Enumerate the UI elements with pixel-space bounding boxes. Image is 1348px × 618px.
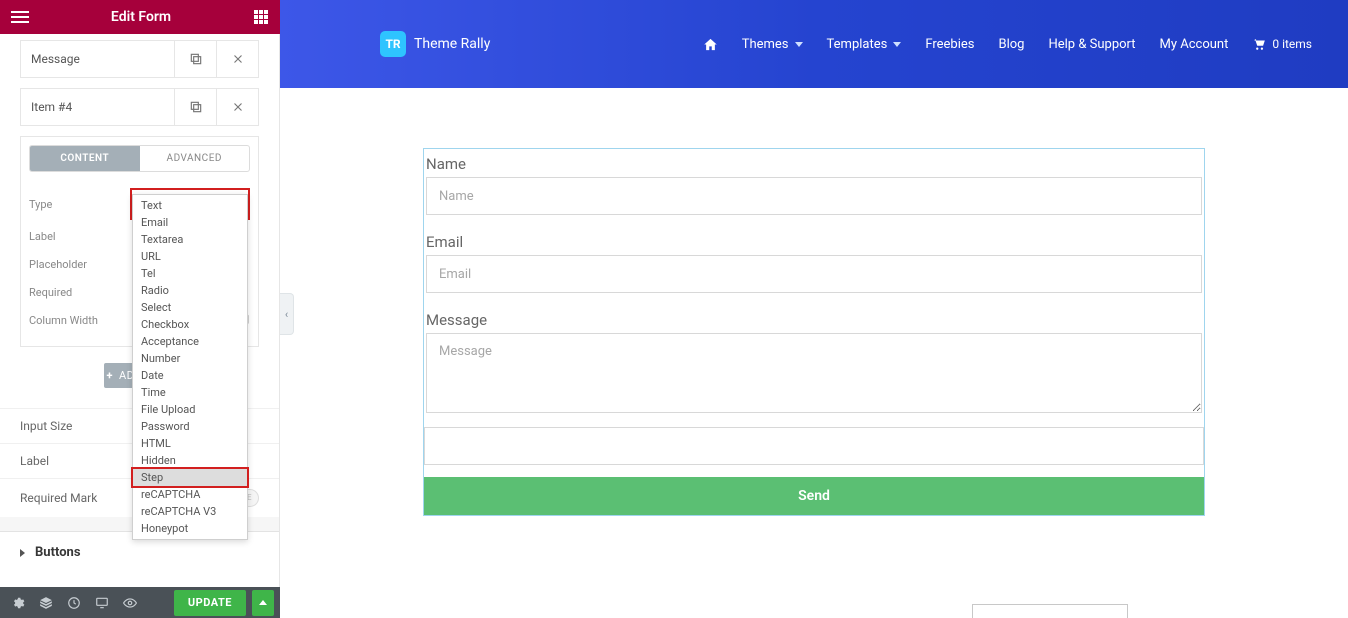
apps-grid-icon[interactable]	[242, 0, 280, 34]
brand[interactable]: TR Theme Rally	[380, 31, 490, 57]
desktop-icon[interactable]	[90, 591, 114, 615]
close-icon[interactable]	[216, 89, 258, 125]
form-email-label: Email	[424, 227, 1204, 255]
duplicate-icon[interactable]	[174, 41, 216, 77]
input-size-label: Input Size	[20, 419, 72, 433]
caret-right-icon	[20, 549, 25, 557]
preview-pane: TR Theme Rally Themes Templates Freebies…	[280, 0, 1348, 618]
editor-header: Edit Form	[0, 0, 280, 34]
update-more-button[interactable]	[252, 590, 274, 616]
type-option-honeypot[interactable]: Honeypot	[133, 520, 247, 537]
gear-icon[interactable]	[6, 591, 30, 615]
tab-content[interactable]: CONTENT	[30, 146, 140, 171]
caret-down-icon	[795, 42, 803, 47]
type-dropdown[interactable]: TextEmailTextareaURLTelRadioSelectCheckb…	[132, 194, 248, 540]
field-item-label: Item #4	[21, 100, 174, 114]
type-option-hidden[interactable]: Hidden	[133, 452, 247, 469]
hamburger-menu-icon[interactable]	[0, 0, 40, 34]
field-item-label: Message	[21, 52, 174, 66]
nav-templates[interactable]: Templates	[827, 37, 902, 52]
type-option-url[interactable]: URL	[133, 248, 247, 265]
history-icon[interactable]	[62, 591, 86, 615]
required-mark-label: Required Mark	[20, 491, 97, 505]
control-type-label: Type	[29, 198, 130, 211]
close-icon[interactable]	[216, 41, 258, 77]
duplicate-icon[interactable]	[174, 89, 216, 125]
caret-down-icon	[893, 42, 901, 47]
update-button[interactable]: UPDATE	[174, 590, 246, 616]
type-option-tel[interactable]: Tel	[133, 265, 247, 282]
nav-freebies[interactable]: Freebies	[925, 37, 974, 52]
type-option-textarea[interactable]: Textarea	[133, 231, 247, 248]
footer-box	[972, 604, 1128, 618]
nav-themes[interactable]: Themes	[742, 37, 803, 52]
type-option-select[interactable]: Select	[133, 299, 247, 316]
site-header: TR Theme Rally Themes Templates Freebies…	[280, 0, 1348, 88]
brand-logo-icon: TR	[380, 31, 406, 57]
label-row-label: Label	[20, 454, 49, 468]
plus-icon: +	[106, 369, 113, 382]
nav-account[interactable]: My Account	[1160, 37, 1229, 52]
accordion-label: Buttons	[35, 545, 81, 560]
type-option-date[interactable]: Date	[133, 367, 247, 384]
form-extra-field[interactable]	[424, 427, 1204, 465]
type-option-file-upload[interactable]: File Upload	[133, 401, 247, 418]
settings-tabs: CONTENT ADVANCED	[29, 145, 250, 172]
field-item-4[interactable]: Item #4	[20, 88, 259, 126]
editor-side-panel: Message Item #4 CONTENT ADVANCED T	[0, 34, 280, 587]
cart-count: 0 items	[1272, 37, 1312, 51]
nav-help[interactable]: Help & Support	[1048, 37, 1135, 52]
nav-blog[interactable]: Blog	[998, 37, 1024, 52]
type-option-text[interactable]: Text	[133, 197, 247, 214]
type-option-radio[interactable]: Radio	[133, 282, 247, 299]
field-item-message[interactable]: Message	[20, 40, 259, 78]
type-option-email[interactable]: Email	[133, 214, 247, 231]
type-option-recaptcha-v3[interactable]: reCAPTCHA V3	[133, 503, 247, 520]
form-name-input[interactable]	[426, 177, 1202, 215]
form-email-input[interactable]	[426, 255, 1202, 293]
form-preview: Name Email Message Send	[423, 148, 1205, 516]
nav-cart[interactable]: 0 items	[1252, 37, 1312, 51]
caret-up-icon	[259, 600, 267, 605]
type-option-acceptance[interactable]: Acceptance	[133, 333, 247, 350]
tab-advanced[interactable]: ADVANCED	[140, 146, 250, 171]
type-option-number[interactable]: Number	[133, 350, 247, 367]
type-option-password[interactable]: Password	[133, 418, 247, 435]
type-option-html[interactable]: HTML	[133, 435, 247, 452]
type-option-time[interactable]: Time	[133, 384, 247, 401]
brand-text: Theme Rally	[414, 36, 490, 52]
editor-bottom-bar: UPDATE	[0, 587, 280, 618]
layers-icon[interactable]	[34, 591, 58, 615]
type-option-step[interactable]: Step	[133, 469, 247, 486]
editor-title: Edit Form	[40, 9, 242, 25]
eye-icon[interactable]	[118, 591, 142, 615]
collapse-panel-button[interactable]: ‹	[280, 293, 294, 335]
main-nav: Themes Templates Freebies Blog Help & Su…	[703, 37, 1312, 52]
form-message-label: Message	[424, 305, 1204, 333]
nav-home-icon[interactable]	[703, 37, 718, 52]
type-option-recaptcha[interactable]: reCAPTCHA	[133, 486, 247, 503]
type-option-checkbox[interactable]: Checkbox	[133, 316, 247, 333]
form-name-label: Name	[424, 149, 1204, 177]
form-message-textarea[interactable]	[426, 333, 1202, 413]
form-send-button[interactable]: Send	[424, 477, 1204, 515]
